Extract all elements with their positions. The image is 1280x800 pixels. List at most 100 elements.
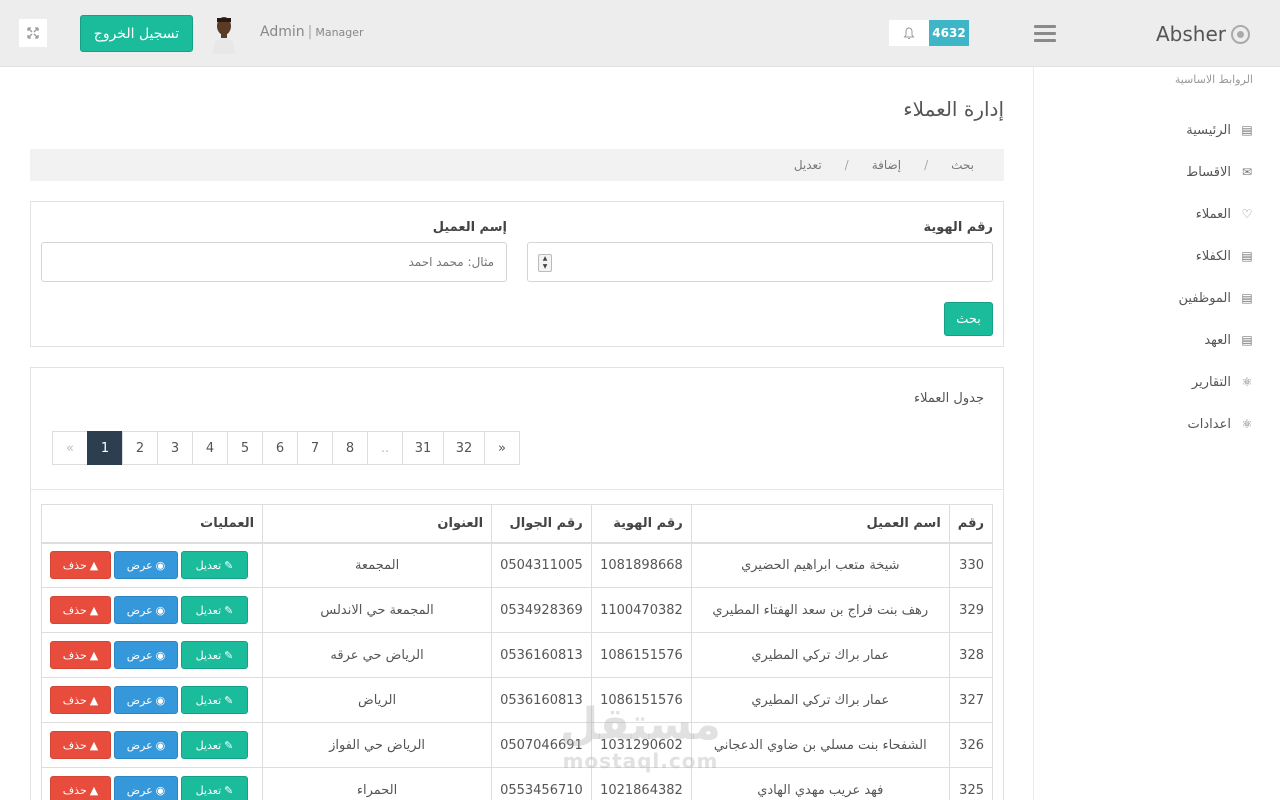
monitor-icon: ▤: [1241, 123, 1253, 137]
cell-address: الرياض حي الفواز: [262, 722, 493, 768]
sidebar-item-custody[interactable]: ▤ العهد: [1204, 330, 1254, 350]
logout-button[interactable]: تسجيل الخروج: [80, 15, 193, 52]
edit-button[interactable]: ✎ تعديل: [181, 686, 248, 714]
delete-label: حذف: [62, 738, 87, 752]
delete-button[interactable]: ▲ حذف: [50, 731, 111, 759]
search-button[interactable]: بحث: [944, 302, 993, 336]
delete-button[interactable]: ▲ حذف: [50, 596, 111, 624]
notification-count-badge[interactable]: 4632: [929, 20, 969, 46]
cell-actions: ▲ حذف ◉ عرض ✎ تعديل: [40, 587, 264, 633]
breadcrumb: بحث / إضافة / تعديل: [30, 149, 1004, 181]
eye-icon: ◉: [155, 693, 166, 707]
delete-button[interactable]: ▲ حذف: [50, 641, 111, 669]
sidebar-item-settings[interactable]: ⚛ اعدادات: [1188, 414, 1254, 434]
sidebar-item-customers[interactable]: ♡ العملاء: [1196, 204, 1254, 224]
number-spinner-icon[interactable]: ▲ ▼: [538, 254, 552, 272]
column-header[interactable]: رقم: [948, 504, 994, 544]
pagination-page[interactable]: 7: [297, 431, 333, 465]
breadcrumb-edit[interactable]: تعديل: [794, 158, 822, 172]
cell-actions: ▲ حذف ◉ عرض ✎ تعديل: [40, 722, 264, 768]
notifications-button[interactable]: [889, 20, 929, 46]
divider: [31, 489, 1003, 490]
view-button[interactable]: ◉ عرض: [114, 641, 178, 669]
pagination-page[interactable]: 32: [443, 431, 485, 465]
trash-icon: ▲: [89, 783, 99, 797]
cell-actions: ▲ حذف ◉ عرض ✎ تعديل: [40, 632, 264, 678]
edit-icon: ✎: [224, 648, 234, 662]
cell-id-number: 1081898668: [590, 542, 692, 588]
sidebar-item-installments[interactable]: ✉ الاقساط: [1186, 162, 1254, 182]
pagination-page[interactable]: 2: [122, 431, 158, 465]
sidebar-item-reports[interactable]: ⚛ التقارير: [1192, 372, 1254, 392]
column-header[interactable]: رقم الجوال: [491, 504, 592, 544]
cell-number: 329: [948, 587, 994, 633]
customer-name-input[interactable]: [41, 242, 507, 282]
edit-button[interactable]: ✎ تعديل: [181, 641, 248, 669]
page-title: إدارة العملاء: [903, 97, 1004, 121]
eye-icon: ◉: [155, 648, 166, 662]
user-role: Manager: [315, 26, 364, 39]
sidebar-item-label: العملاء: [1195, 206, 1231, 222]
column-header[interactable]: العنوان: [262, 504, 493, 544]
column-header[interactable]: اسم العميل: [690, 504, 950, 544]
monitor-icon: ▤: [1241, 333, 1253, 347]
view-label: عرض: [126, 558, 153, 572]
eye-icon: ◉: [155, 603, 166, 617]
breadcrumb-separator: /: [924, 158, 929, 172]
edit-button[interactable]: ✎ تعديل: [181, 731, 248, 759]
cell-customer-name: الشفحاء بنت مسلي بن ضاوي الدعجاني: [690, 722, 950, 768]
id-number-input[interactable]: ▲ ▼: [527, 242, 993, 282]
view-button[interactable]: ◉ عرض: [114, 596, 178, 624]
sidebar-item-label: الرئيسية: [1186, 122, 1231, 138]
edit-button[interactable]: ✎ تعديل: [181, 551, 248, 580]
sidebar-item-label: اعدادات: [1187, 416, 1231, 432]
delete-label: حذف: [62, 693, 87, 707]
pagination-page[interactable]: 8: [332, 431, 368, 465]
eye-icon: ◉: [155, 783, 166, 797]
edit-label: تعديل: [195, 693, 222, 707]
sidebar-item-employees[interactable]: ▤ الموظفين: [1178, 288, 1254, 308]
view-label: عرض: [126, 603, 153, 617]
view-button[interactable]: ◉ عرض: [114, 776, 178, 800]
breadcrumb-search[interactable]: بحث: [951, 158, 974, 172]
edit-button[interactable]: ✎ تعديل: [181, 776, 248, 800]
edit-label: تعديل: [195, 603, 222, 617]
cell-number: 326: [948, 722, 994, 768]
pagination-next[interactable]: »: [484, 431, 520, 465]
pagination-page[interactable]: 31: [402, 431, 444, 465]
brand-name: Absher: [1156, 22, 1226, 46]
cell-customer-name: عمار براك تركي المطيري: [690, 677, 950, 723]
cell-id-number: 1086151576: [590, 632, 692, 678]
pagination-page[interactable]: 5: [227, 431, 263, 465]
sidebar-item-guarantors[interactable]: ▤ الكفلاء: [1196, 246, 1254, 266]
view-button[interactable]: ◉ عرض: [114, 731, 178, 759]
customers-table: رقم اسم العميل رقم الهوية رقم الجوال الع…: [40, 504, 994, 800]
cell-address: المجمعة حي الاندلس: [262, 587, 493, 633]
delete-button[interactable]: ▲ حذف: [50, 776, 111, 800]
pagination-page[interactable]: 3: [157, 431, 193, 465]
breadcrumb-add[interactable]: إضافة: [872, 158, 901, 172]
edit-button[interactable]: ✎ تعديل: [181, 596, 248, 624]
sidebar-item-home[interactable]: ▤ الرئيسية: [1186, 120, 1254, 140]
user-info[interactable]: Admin | Manager: [260, 24, 364, 40]
eye-icon: ◉: [155, 738, 166, 752]
view-button[interactable]: ◉ عرض: [114, 686, 178, 714]
edit-label: تعديل: [195, 558, 222, 572]
eye-icon: ◉: [155, 558, 166, 572]
avatar[interactable]: [208, 14, 240, 54]
view-button[interactable]: ◉ عرض: [114, 551, 178, 580]
delete-button[interactable]: ▲ حذف: [50, 551, 111, 580]
sidebar-item-label: الموظفين: [1178, 290, 1231, 306]
pagination-page[interactable]: 4: [192, 431, 228, 465]
delete-button[interactable]: ▲ حذف: [50, 686, 111, 714]
cell-actions: ▲ حذف ◉ عرض ✎ تعديل: [40, 767, 264, 800]
menu-toggle-icon[interactable]: [1034, 25, 1056, 43]
pagination-page[interactable]: 6: [262, 431, 298, 465]
pagination-prev[interactable]: «: [52, 431, 88, 465]
column-header[interactable]: رقم الهوية: [590, 504, 692, 544]
pagination-page[interactable]: 1: [87, 431, 123, 465]
cell-number: 327: [948, 677, 994, 723]
fullscreen-button[interactable]: [19, 19, 47, 47]
sidebar-item-label: العهد: [1204, 332, 1231, 348]
cell-customer-name: عمار براك تركي المطيري: [690, 632, 950, 678]
